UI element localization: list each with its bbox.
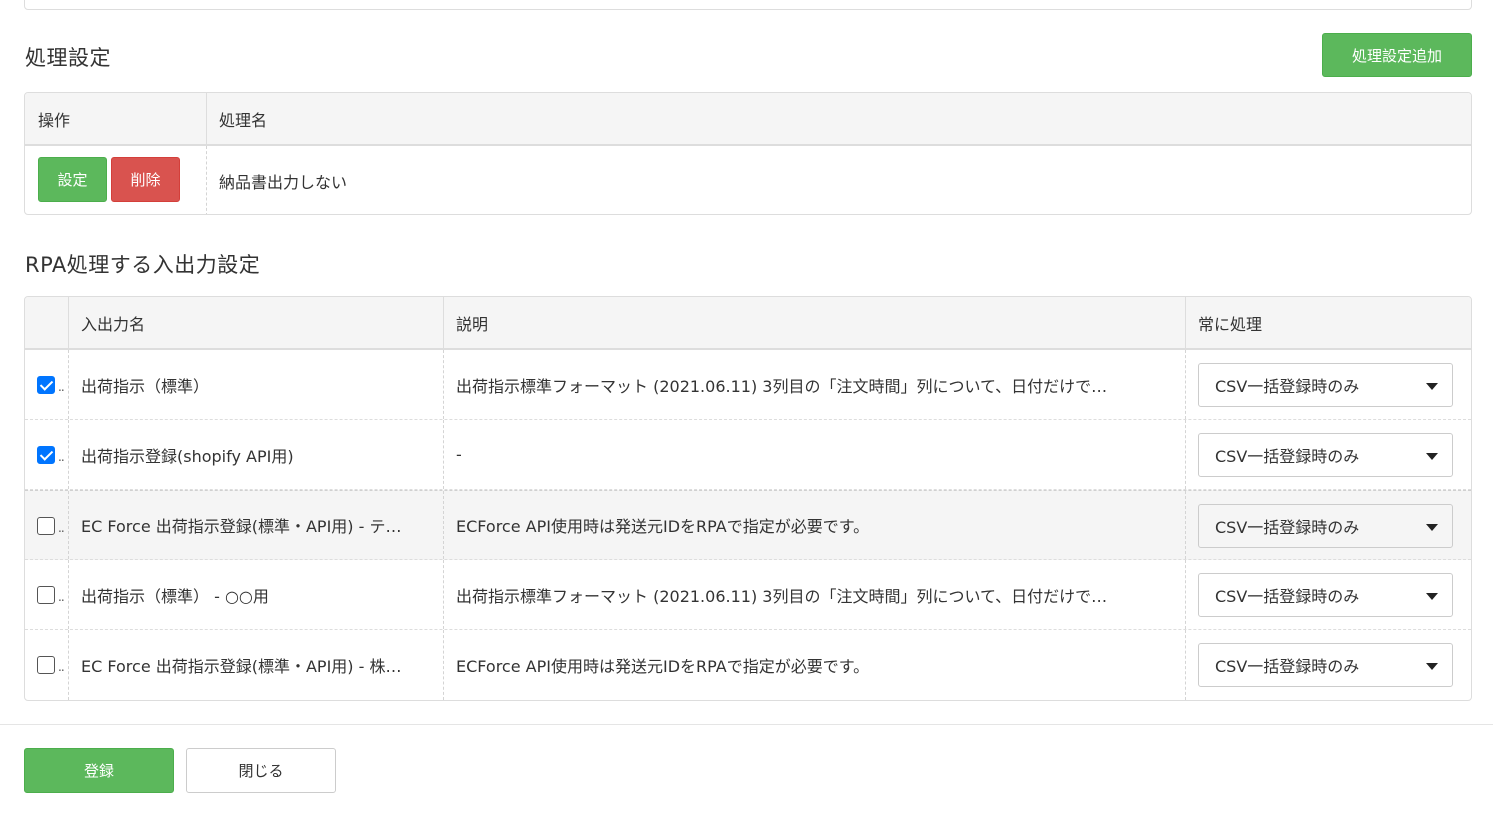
rpa-row: .. 出荷指示登録(shopify API用) - CSV一括登録時のみ [25, 420, 1471, 490]
caret-down-icon [1426, 593, 1438, 600]
io-name-text: 出荷指示（標準） [81, 376, 210, 396]
io-name: 出荷指示（標準） [68, 350, 443, 419]
truncation-dots: .. [58, 590, 65, 604]
column-divider [1185, 560, 1186, 629]
column-header-description: 説明 [456, 314, 489, 334]
truncation-dots: .. [58, 521, 65, 535]
rpa-row: .. 出荷指示（標準） - ○○用 出荷指示標準フォーマット (2021.06.… [25, 560, 1471, 630]
truncation-dots: .. [58, 380, 65, 394]
processing-table-header: 操作 処理名 [25, 93, 1471, 146]
column-divider [1185, 630, 1186, 700]
description-text: ECForce API使用時は発送元IDをRPAで指定が必要です。 [456, 517, 870, 536]
description: 出荷指示標準フォーマット (2021.06.11) 3列目の「注文時間」列につい… [443, 350, 1183, 419]
always-process-select[interactable]: CSV一括登録時のみ [1198, 433, 1453, 477]
always-process-select[interactable]: CSV一括登録時のみ [1198, 643, 1453, 687]
always-process-select[interactable]: CSV一括登録時のみ [1198, 363, 1453, 407]
row-checkbox[interactable] [37, 656, 55, 674]
description: - [443, 420, 1183, 489]
rpa-row: .. EC Force 出荷指示登録(標準・API用) - 株… ECForce… [25, 630, 1471, 700]
processing-table: 操作 処理名 設定 削除 納品書出力しない [24, 92, 1472, 215]
description-text: ECForce API使用時は発送元IDをRPAで指定が必要です。 [456, 657, 870, 676]
io-name-text: 出荷指示登録(shopify API用) [81, 446, 294, 466]
register-button[interactable]: 登録 [24, 748, 174, 793]
rpa-row: .. EC Force 出荷指示登録(標準・API用) - テ… ECForce… [25, 490, 1471, 560]
column-divider [1185, 350, 1186, 419]
row-checkbox[interactable] [37, 446, 55, 464]
io-name-text: EC Force 出荷指示登録(標準・API用) - テ… [81, 517, 402, 536]
select-value: CSV一括登録時のみ [1215, 657, 1360, 676]
description-text: 出荷指示標準フォーマット (2021.06.11) 3列目の「注文時間」列につい… [456, 586, 1108, 606]
column-divider [1185, 491, 1186, 559]
row-checkbox[interactable] [37, 586, 55, 604]
description: ECForce API使用時は発送元IDをRPAで指定が必要です。 [443, 491, 1183, 559]
caret-down-icon [1426, 383, 1438, 390]
truncation-dots: .. [58, 660, 65, 674]
processing-section-title: 処理設定 [25, 46, 111, 70]
delete-button[interactable]: 削除 [111, 157, 180, 202]
always-process-select[interactable]: CSV一括登録時のみ [1198, 504, 1453, 548]
io-name-text: 出荷指示（標準） - ○○用 [81, 586, 269, 606]
previous-panel-edge [24, 0, 1472, 10]
io-name: EC Force 出荷指示登録(標準・API用) - 株… [68, 630, 443, 700]
column-header-io-name: 入出力名 [81, 314, 146, 334]
row-checkbox[interactable] [37, 376, 55, 394]
column-header-always-process: 常に処理 [1198, 314, 1263, 334]
processing-row: 設定 削除 納品書出力しない [25, 146, 1471, 214]
always-process-select[interactable]: CSV一括登録時のみ [1198, 573, 1453, 617]
truncation-dots: .. [58, 450, 65, 464]
select-value: CSV一括登録時のみ [1215, 377, 1360, 396]
io-name: 出荷指示登録(shopify API用) [68, 420, 443, 489]
select-value: CSV一括登録時のみ [1215, 518, 1360, 537]
description-text: 出荷指示標準フォーマット (2021.06.11) 3列目の「注文時間」列につい… [456, 376, 1108, 396]
edit-button[interactable]: 設定 [38, 157, 107, 202]
io-name-text: EC Force 出荷指示登録(標準・API用) - 株… [81, 657, 402, 676]
row-checkbox[interactable] [37, 517, 55, 535]
column-divider [1185, 420, 1186, 489]
close-button[interactable]: 閉じる [186, 748, 336, 793]
select-value: CSV一括登録時のみ [1215, 447, 1360, 466]
io-name: 出荷指示（標準） - ○○用 [68, 560, 443, 629]
column-header-operation: 操作 [38, 110, 71, 130]
caret-down-icon [1426, 524, 1438, 531]
io-name: EC Force 出荷指示登録(標準・API用) - テ… [68, 491, 443, 559]
description: ECForce API使用時は発送元IDをRPAで指定が必要です。 [443, 630, 1183, 700]
description-text: - [456, 445, 462, 464]
rpa-table-header: 入出力名 説明 常に処理 [25, 297, 1471, 350]
caret-down-icon [1426, 663, 1438, 670]
add-processing-button[interactable]: 処理設定追加 [1322, 33, 1472, 77]
process-name: 納品書出力しない [206, 146, 1106, 214]
rpa-row: .. 出荷指示（標準） 出荷指示標準フォーマット (2021.06.11) 3列… [25, 350, 1471, 420]
column-header-process-name: 処理名 [219, 110, 268, 130]
rpa-table: 入出力名 説明 常に処理 .. 出荷指示（標準） 出荷指示標準フォーマット (2… [24, 296, 1472, 701]
description: 出荷指示標準フォーマット (2021.06.11) 3列目の「注文時間」列につい… [443, 560, 1183, 629]
process-name-text: 納品書出力しない [219, 173, 348, 192]
select-value: CSV一括登録時のみ [1215, 587, 1360, 606]
rpa-section-title: RPA処理する入出力設定 [25, 253, 261, 277]
caret-down-icon [1426, 453, 1438, 460]
footer-divider [0, 724, 1493, 725]
